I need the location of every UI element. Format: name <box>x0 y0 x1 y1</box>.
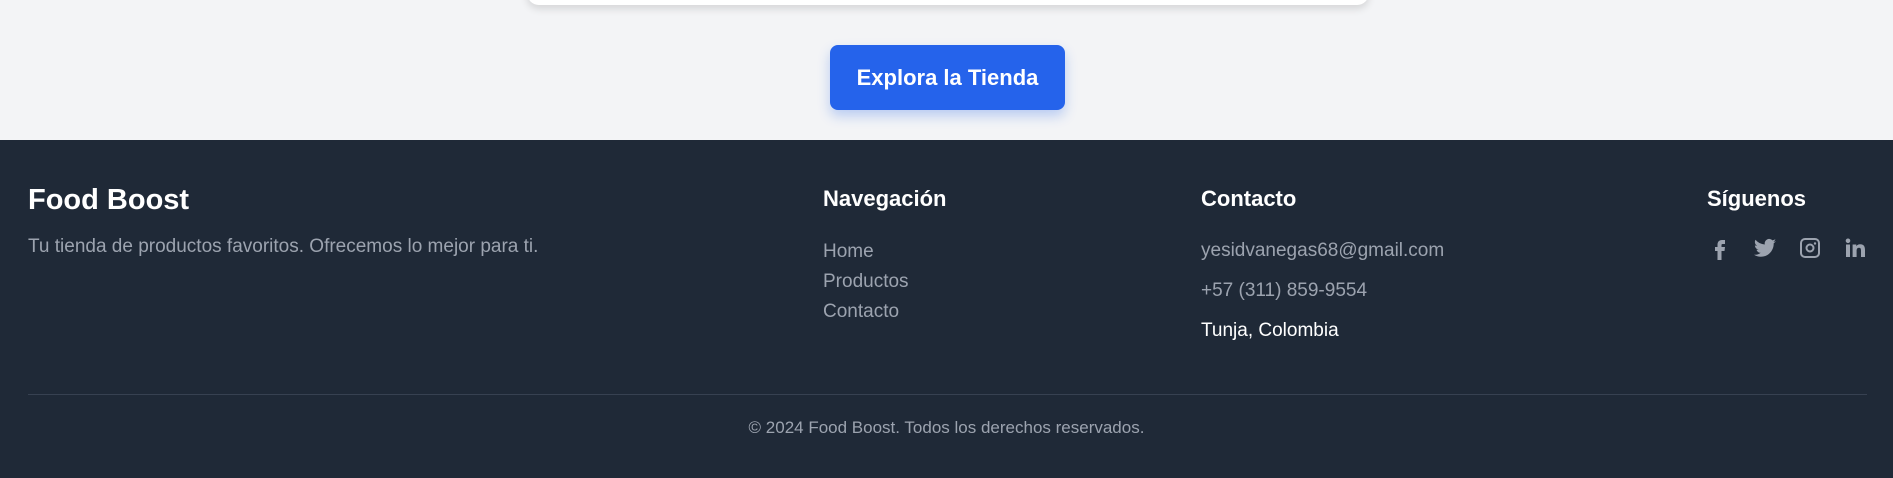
footer-link-contacto[interactable]: Contacto <box>823 301 899 322</box>
footer-divider <box>28 394 1867 395</box>
content-card-edge <box>527 0 1369 5</box>
page-top-section: Explora la Tienda <box>0 0 1893 140</box>
facebook-icon[interactable] <box>1707 234 1732 262</box>
twitter-icon[interactable] <box>1752 234 1777 262</box>
footer-contact-heading: Contacto <box>1201 186 1297 211</box>
footer-link-productos[interactable]: Productos <box>823 271 909 292</box>
explore-store-button[interactable]: Explora la Tienda <box>830 45 1065 110</box>
footer-link-home[interactable]: Home <box>823 241 874 262</box>
footer-navigation-heading: Navegación <box>823 186 947 211</box>
footer-brand-tagline: Tu tienda de productos favoritos. Ofrece… <box>28 236 539 257</box>
contact-location: Tunja, Colombia <box>1201 320 1339 341</box>
social-links <box>1707 234 1867 262</box>
footer-contact-list: yesidvanegas68@gmail.com +57 (311) 859-9… <box>1201 236 1444 356</box>
footer-brand-title: Food Boost <box>28 184 190 216</box>
contact-email[interactable]: yesidvanegas68@gmail.com <box>1201 236 1444 276</box>
footer-copyright: © 2024 Food Boost. Todos los derechos re… <box>748 418 1145 437</box>
linkedin-icon[interactable] <box>1842 234 1867 262</box>
footer-navigation-list: Home Productos Contacto <box>823 237 909 327</box>
footer-social-heading: Síguenos <box>1707 186 1807 211</box>
site-footer: Food Boost Tu tienda de productos favori… <box>0 140 1893 478</box>
instagram-icon[interactable] <box>1797 234 1822 262</box>
contact-phone[interactable]: +57 (311) 859-9554 <box>1201 276 1444 316</box>
